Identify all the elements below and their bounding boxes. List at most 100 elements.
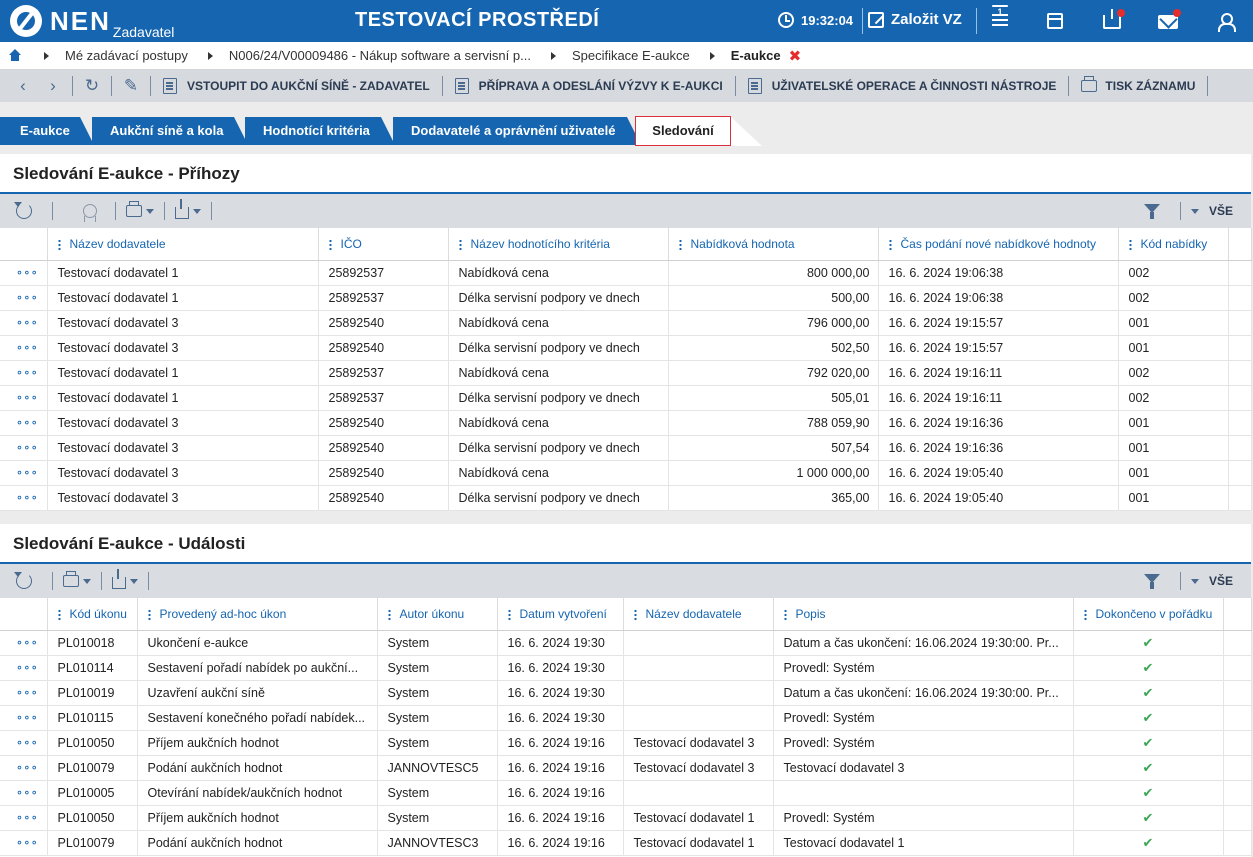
- row-menu-icon[interactable]: ∘∘∘: [0, 830, 48, 856]
- column-header[interactable]: Provedený ad-hoc úkon: [137, 598, 378, 631]
- chevron-down-icon[interactable]: [1190, 208, 1199, 214]
- column-header[interactable]: Kód nabídky: [1118, 228, 1229, 261]
- table-row[interactable]: ∘∘∘ PL010115 Sestavení konečného pořadí na…: [0, 705, 1252, 731]
- chevron-down-icon[interactable]: [130, 578, 138, 584]
- row-menu-icon[interactable]: ∘∘∘: [0, 310, 48, 336]
- row-menu-icon[interactable]: ∘∘∘: [0, 435, 48, 461]
- filter-icon[interactable]: [1143, 203, 1160, 219]
- breadcrumb-arrow-icon: [44, 51, 49, 60]
- inbox-button[interactable]: [1099, 8, 1125, 34]
- row-menu-icon[interactable]: ∘∘∘: [0, 630, 48, 656]
- row-menu-icon[interactable]: ∘∘∘: [0, 360, 48, 386]
- table-row[interactable]: ∘∘∘ PL010114 Sestavení pořadí nabídek po a…: [0, 655, 1252, 681]
- column-header[interactable]: Dokončeno v pořádku: [1073, 598, 1224, 631]
- table-row[interactable]: ∘∘∘ Testovací dodavatel 3 25892540 Délka se…: [0, 335, 1252, 361]
- column-header[interactable]: Název hodnotícího kritéria: [448, 228, 669, 261]
- column-header[interactable]: Datum vytvoření: [497, 598, 624, 631]
- row-menu-icon[interactable]: ∘∘∘: [0, 410, 48, 436]
- messages-button[interactable]: [1155, 8, 1181, 34]
- nen-logo[interactable]: NEN Zadavatel: [10, 4, 174, 40]
- table-row[interactable]: ∘∘∘ PL010018 Ukončení e-aukce System 16. 6. …: [0, 630, 1252, 656]
- completed-cell: ✔: [1073, 805, 1224, 831]
- home-icon[interactable]: [8, 48, 22, 62]
- header-divider: [862, 8, 863, 34]
- table-cell: PL010050: [47, 805, 138, 831]
- create-vz-button[interactable]: Založit VZ: [868, 11, 962, 28]
- table-row[interactable]: ∘∘∘ Testovací dodavatel 1 25892537 Nabídkov…: [0, 360, 1252, 386]
- row-menu-icon[interactable]: ∘∘∘: [0, 260, 48, 286]
- user-button[interactable]: [1212, 8, 1238, 34]
- award-icon[interactable]: [83, 204, 97, 222]
- row-menu-icon[interactable]: ∘∘∘: [0, 805, 48, 831]
- filter-all-label[interactable]: VŠE: [1209, 204, 1233, 218]
- filter-icon[interactable]: [1143, 573, 1160, 589]
- column-header[interactable]: Popis: [773, 598, 1074, 631]
- export-icon[interactable]: [175, 199, 189, 219]
- row-menu-icon[interactable]: ∘∘∘: [0, 755, 48, 781]
- chevron-down-icon[interactable]: [83, 578, 91, 584]
- breadcrumb-item[interactable]: Specifikace E-aukce: [572, 48, 690, 63]
- column-header[interactable]: Název dodavatele: [47, 228, 319, 261]
- calculator-button[interactable]: [1042, 8, 1068, 34]
- row-menu-icon[interactable]: ∘∘∘: [0, 680, 48, 706]
- table-row[interactable]: ∘∘∘ Testovací dodavatel 3 25892540 Nabídkov…: [0, 410, 1252, 436]
- column-header[interactable]: IČO: [318, 228, 449, 261]
- table-row[interactable]: ∘∘∘ PL010050 Příjem aukčních hodnot System 1…: [0, 805, 1252, 831]
- table-row[interactable]: ∘∘∘ Testovací dodavatel 1 25892537 Délka se…: [0, 385, 1252, 411]
- breadcrumb-item[interactable]: Mé zadávací postupy: [65, 48, 188, 63]
- row-menu-icon[interactable]: ∘∘∘: [0, 285, 48, 311]
- prepare-call-button[interactable]: PŘÍPRAVA A ODESLÁNÍ VÝZVY K E-AUKCI: [479, 79, 723, 93]
- back-button[interactable]: ‹: [8, 72, 38, 100]
- table-row[interactable]: ∘∘∘ Testovací dodavatel 3 25892540 Nabídkov…: [0, 310, 1252, 336]
- table-row[interactable]: ∘∘∘ Testovací dodavatel 3 25892540 Délka se…: [0, 435, 1252, 461]
- table-row[interactable]: ∘∘∘ Testovací dodavatel 3 25892540 Nabídkov…: [0, 460, 1252, 486]
- column-header[interactable]: Název dodavatele: [623, 598, 774, 631]
- chevron-down-icon[interactable]: [1190, 578, 1199, 584]
- tab-hodnotici-kriteria[interactable]: Hodnotící kritéria: [245, 117, 395, 145]
- column-header[interactable]: Kód úkonu: [47, 598, 138, 631]
- print-icon[interactable]: [126, 201, 142, 217]
- refresh-icon[interactable]: [14, 572, 32, 589]
- table-row[interactable]: ∘∘∘ PL010019 Uzavření aukční síně System 16.…: [0, 680, 1252, 706]
- user-operations-button[interactable]: UŽIVATELSKÉ OPERACE A ČINNOSTI NÁSTROJE: [772, 79, 1057, 93]
- table-cell: JANNOVTESC5: [377, 755, 498, 781]
- filter-all-label[interactable]: VŠE: [1209, 574, 1233, 588]
- table-row[interactable]: ∘∘∘ Testovací dodavatel 1 25892537 Délka se…: [0, 285, 1252, 311]
- table-row[interactable]: ∘∘∘ PL010079 Podání aukčních hodnot JANNOVT…: [0, 830, 1252, 856]
- forward-button[interactable]: ›: [38, 72, 68, 100]
- export-icon[interactable]: [112, 569, 126, 589]
- breadcrumb-item[interactable]: N006/24/V00009486 - Nákup software a ser…: [229, 48, 531, 63]
- print-icon[interactable]: [63, 571, 79, 587]
- row-menu-icon[interactable]: ∘∘∘: [0, 780, 48, 806]
- column-header[interactable]: Nabídková hodnota: [668, 228, 879, 261]
- row-menu-icon[interactable]: ∘∘∘: [0, 335, 48, 361]
- table-row[interactable]: ∘∘∘ Testovací dodavatel 1 25892537 Nabídkov…: [0, 260, 1252, 286]
- enter-auction-hall-button[interactable]: VSTOUPIT DO AUKČNÍ SÍNĚ - ZADAVATEL: [187, 79, 430, 93]
- top-header: NEN Zadavatel TESTOVACÍ PROSTŘEDÍ 19:32:…: [0, 0, 1253, 42]
- row-menu-icon[interactable]: ∘∘∘: [0, 705, 48, 731]
- tab-aukcni-sine[interactable]: Aukční síně a kola: [92, 117, 248, 145]
- tab-dodavatele[interactable]: Dodavatelé a oprávnění uživatelé: [393, 117, 641, 145]
- table-row[interactable]: ∘∘∘ Testovací dodavatel 3 25892540 Délka se…: [0, 485, 1252, 511]
- column-header[interactable]: Autor úkonu: [377, 598, 498, 631]
- chevron-down-icon[interactable]: [146, 208, 154, 214]
- table-row[interactable]: ∘∘∘ PL010050 Příjem aukčních hodnot System 1…: [0, 730, 1252, 756]
- close-icon[interactable]: ✖: [789, 47, 802, 65]
- tab-sledovani[interactable]: Sledování: [635, 116, 731, 146]
- refresh-icon[interactable]: [14, 202, 32, 219]
- row-menu-icon[interactable]: ∘∘∘: [0, 385, 48, 411]
- row-menu-icon[interactable]: ∘∘∘: [0, 485, 48, 511]
- row-menu-icon[interactable]: ∘∘∘: [0, 730, 48, 756]
- menu-icon[interactable]: 1: [989, 5, 1015, 34]
- table-row[interactable]: ∘∘∘ PL010005 Otevírání nabídek/aukčních ho…: [0, 780, 1252, 806]
- row-menu-icon[interactable]: ∘∘∘: [0, 460, 48, 486]
- row-menu-icon[interactable]: ∘∘∘: [0, 655, 48, 681]
- chevron-down-icon[interactable]: [193, 208, 201, 214]
- table-cell: 16. 6. 2024 19:06:38: [878, 285, 1119, 311]
- tab-e-aukce[interactable]: E-aukce: [0, 117, 94, 145]
- column-header[interactable]: Čas podání nové nabídkové hodnoty: [878, 228, 1119, 261]
- edit-button[interactable]: ✎: [116, 72, 146, 100]
- table-row[interactable]: ∘∘∘ PL010079 Podání aukčních hodnot JANNOVT…: [0, 755, 1252, 781]
- refresh-button[interactable]: ↻: [77, 72, 107, 100]
- print-record-button[interactable]: TISK ZÁZNAMU: [1105, 79, 1195, 93]
